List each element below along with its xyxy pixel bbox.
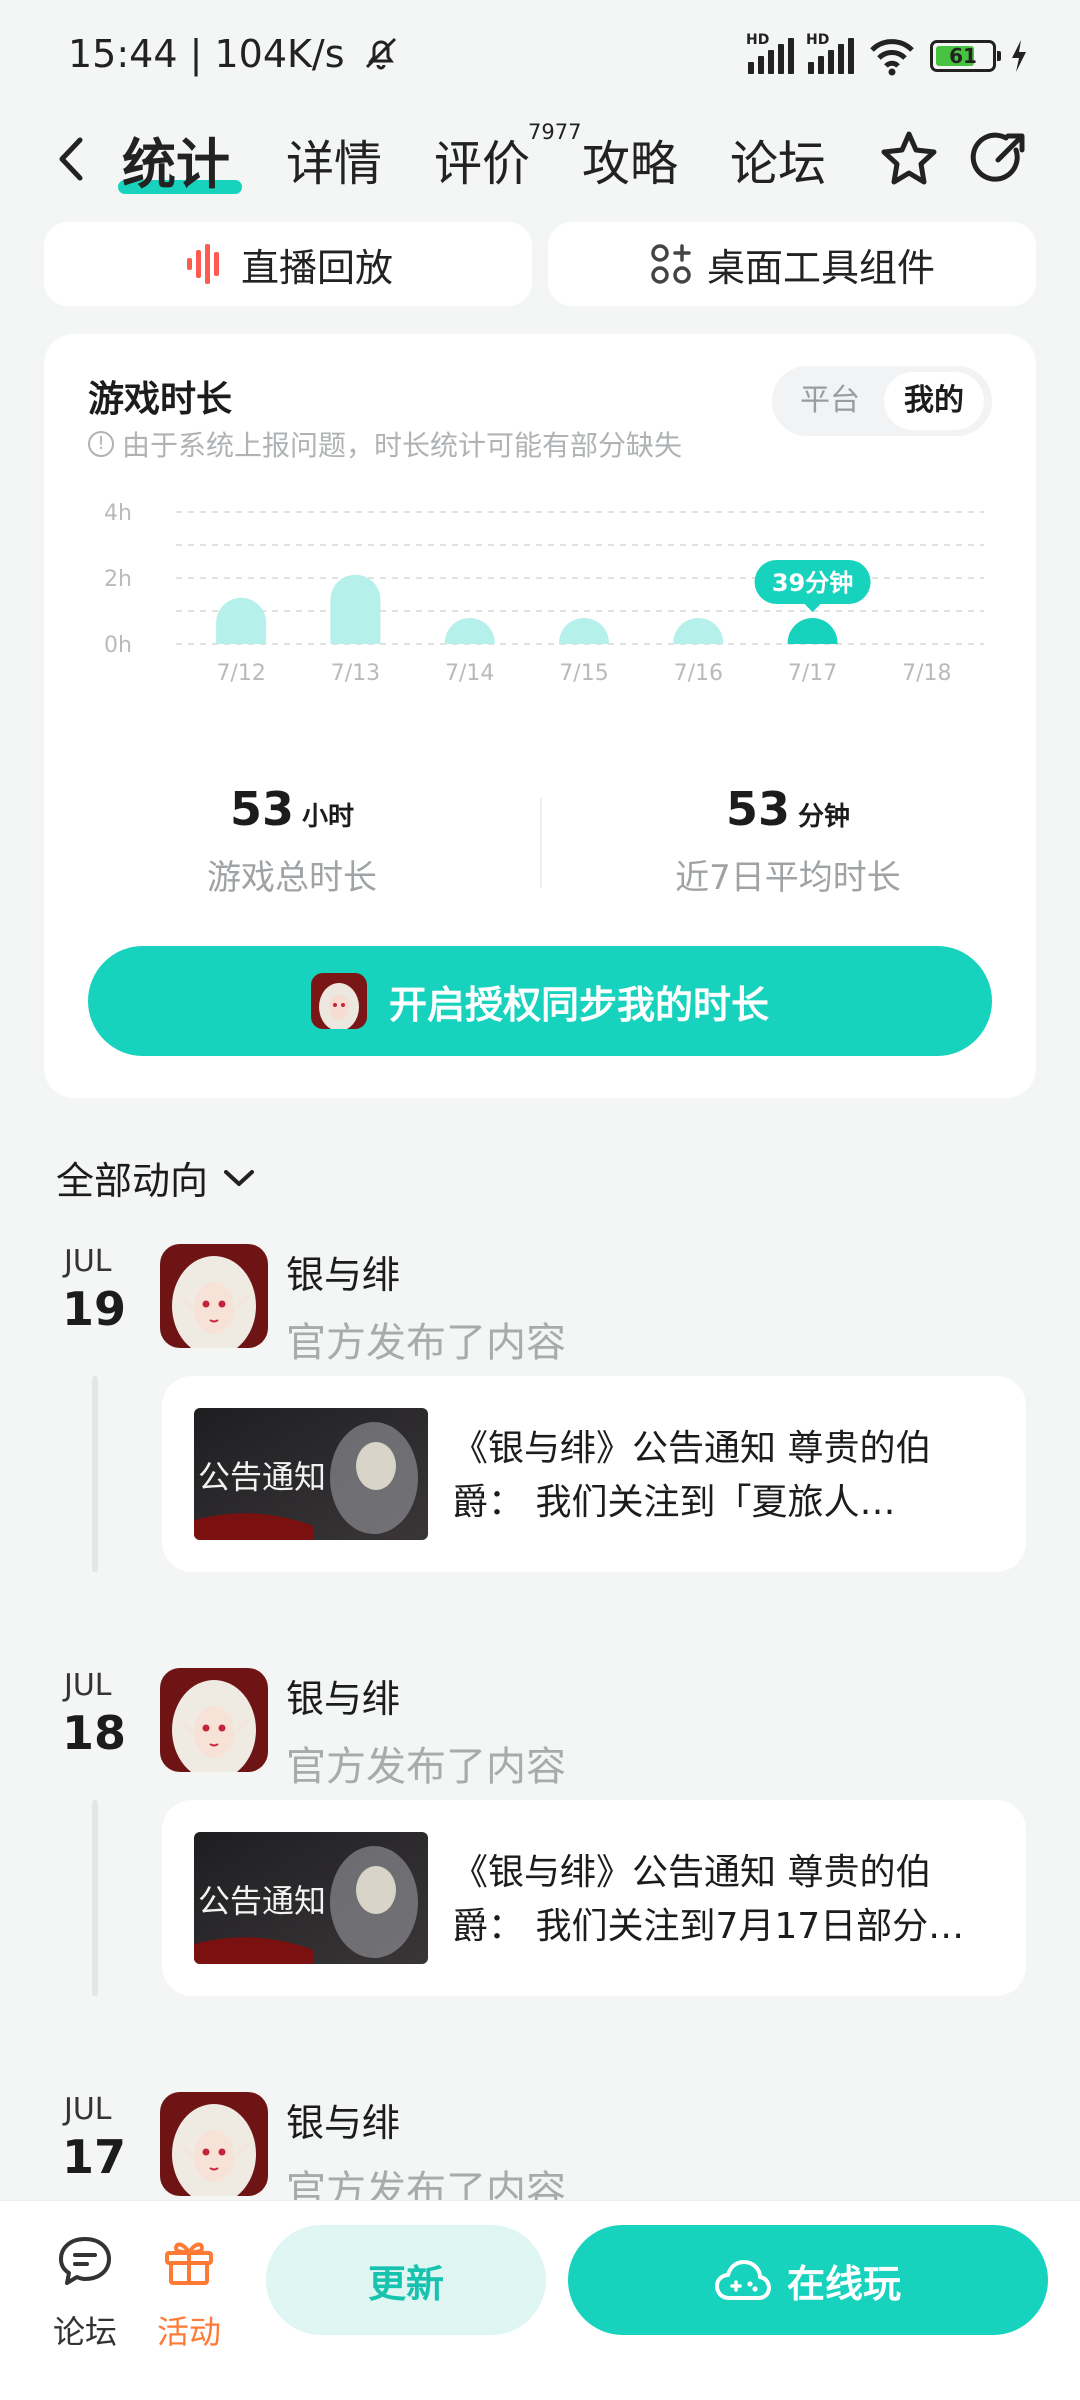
game-avatar[interactable] xyxy=(160,1244,268,1348)
avg-playtime: 53 分钟 近7日平均时长 xyxy=(540,782,1036,899)
chart-bar xyxy=(673,618,724,644)
timeline-line xyxy=(92,1376,98,1572)
timeline-line xyxy=(92,1800,98,1996)
feed-filter-label: 全部动向 xyxy=(56,1159,209,1203)
avg-playtime-value: 53 xyxy=(725,782,790,836)
total-playtime-label: 游戏总时长 xyxy=(207,858,377,898)
mute-bell-icon xyxy=(365,37,396,70)
source-toggle: 平台 我的 xyxy=(772,366,992,436)
star-icon[interactable] xyxy=(878,128,940,190)
chart-x-tick-label: 7/12 xyxy=(216,661,265,686)
feed-action: 官方发布了内容 xyxy=(286,1320,566,1366)
top-navigation: 统计 详情 评价 7977 攻略 论坛 xyxy=(0,110,1080,210)
post-thumbnail: 公告通知 xyxy=(194,1832,428,1964)
chart-y-tick-label: 2h xyxy=(104,567,132,592)
review-count-badge: 7977 xyxy=(528,120,582,144)
playtime-chart: 0h 2h 4h 7/12 7/13 7/14 7/15 7/16 39分钟 7/17 7/18 xyxy=(104,501,984,686)
chart-tooltip-pointer xyxy=(804,604,821,612)
post-text: 《银与绯》公告通知 尊贵的伯爵： 我们关注到「夏旅人… xyxy=(452,1428,932,1523)
game-name[interactable]: 银与绯 xyxy=(286,1244,400,1299)
status-time: 15:44 | 104K/s xyxy=(68,32,401,76)
audio-wave-icon xyxy=(186,244,219,284)
game-name[interactable]: 银与绯 xyxy=(286,2092,400,2147)
chart-bar xyxy=(330,574,381,644)
chevron-down-icon xyxy=(224,1169,255,1186)
share-icon[interactable] xyxy=(968,128,1030,190)
wifi-icon xyxy=(870,39,914,76)
signal-icon: HD xyxy=(806,32,854,74)
chart-x-tick-label: 7/14 xyxy=(445,661,494,686)
chart-tooltip-label: 39分钟 xyxy=(772,569,853,597)
cloud-gamepad-icon xyxy=(714,2260,771,2300)
post-card[interactable]: 公告通知 《银与绯》公告通知 尊贵的伯爵： 我们关注到7月17日部分… xyxy=(162,1800,1026,1996)
chart-bar xyxy=(559,618,609,644)
forum-button[interactable]: 论坛 xyxy=(40,2231,130,2353)
tab-reviews[interactable]: 评价 xyxy=(434,124,530,194)
feed-day: 17 xyxy=(62,2130,127,2184)
feed-filter-dropdown[interactable]: 全部动向 xyxy=(56,1150,256,1205)
chart-x-tick-label: 7/15 xyxy=(559,661,608,686)
signal-icon: HD xyxy=(746,32,794,74)
post-thumbnail: 公告通知 xyxy=(194,1408,428,1540)
sync-playtime-button[interactable]: 开启授权同步我的时长 xyxy=(88,946,992,1056)
game-name[interactable]: 银与绯 xyxy=(286,1668,400,1723)
toggle-mine[interactable]: 我的 xyxy=(884,372,984,430)
tab-forum[interactable]: 论坛 xyxy=(730,124,826,194)
feed-month: JUL xyxy=(64,1244,112,1279)
play-online-label: 在线玩 xyxy=(786,2261,901,2306)
bottom-action-bar: 论坛 活动 更新 在线玩 xyxy=(0,2200,1080,2400)
status-bar: 15:44 | 104K/s HD HD 61 xyxy=(0,0,1080,110)
gift-icon xyxy=(165,2242,213,2285)
back-arrow-icon[interactable] xyxy=(52,134,92,184)
game-avatar[interactable] xyxy=(160,1668,268,1772)
toggle-platform[interactable]: 平台 xyxy=(780,372,880,430)
playtime-card: 游戏时长 ! 由于系统上报问题，时长统计可能有部分缺失 平台 我的 0h 2h 4h… xyxy=(44,334,1036,1098)
chat-bubble-icon xyxy=(59,2237,111,2285)
chart-bar xyxy=(216,597,267,644)
tab-details[interactable]: 详情 xyxy=(286,124,382,194)
total-playtime: 53 小时 游戏总时长 xyxy=(44,782,540,899)
chart-x-tick-label: 7/13 xyxy=(331,661,380,686)
events-button[interactable]: 活动 xyxy=(144,2231,234,2353)
battery-icon: 61 xyxy=(930,40,1001,72)
chart-x-tick-label: 7/16 xyxy=(674,661,723,686)
events-label: 活动 xyxy=(156,2313,221,2351)
chart-x-tick-label: 7/18 xyxy=(902,661,951,686)
post-thumbnail-text: 公告通知 xyxy=(198,1458,326,1496)
avg-playtime-unit: 分钟 xyxy=(798,802,851,832)
tab-guides[interactable]: 攻略 xyxy=(582,124,678,194)
feed-day: 19 xyxy=(62,1282,127,1336)
update-button[interactable]: 更新 xyxy=(266,2225,546,2335)
sync-playtime-label: 开启授权同步我的时长 xyxy=(388,982,769,1027)
charging-icon xyxy=(1012,40,1026,72)
info-icon: ! xyxy=(88,431,114,457)
chart-y-tick-label: 0h xyxy=(104,633,132,658)
chart-bar xyxy=(444,618,495,644)
desktop-widget-button[interactable]: 桌面工具组件 xyxy=(548,222,1036,306)
live-replay-label: 直播回放 xyxy=(240,245,393,290)
game-avatar-icon xyxy=(310,973,367,1029)
widget-grid-icon xyxy=(651,244,691,284)
playtime-title: 游戏时长 xyxy=(88,379,233,420)
total-playtime-unit: 小时 xyxy=(302,802,355,832)
live-replay-button[interactable]: 直播回放 xyxy=(44,222,532,306)
feed-month: JUL xyxy=(64,2092,112,2127)
feed-month: JUL xyxy=(64,1668,112,1703)
total-playtime-value: 53 xyxy=(229,782,294,836)
game-avatar[interactable] xyxy=(160,2092,268,2196)
chart-bar xyxy=(787,618,838,644)
desktop-widget-label: 桌面工具组件 xyxy=(706,245,935,290)
forum-label: 论坛 xyxy=(52,2313,117,2351)
post-thumbnail-text: 公告通知 xyxy=(198,1882,326,1920)
feed-day: 18 xyxy=(62,1706,127,1760)
play-online-button[interactable]: 在线玩 xyxy=(568,2225,1048,2335)
feed-action: 官方发布了内容 xyxy=(286,1744,566,1790)
playtime-note: 由于系统上报问题，时长统计可能有部分缺失 xyxy=(122,429,683,462)
tab-stats[interactable]: 统计 xyxy=(122,120,230,199)
post-card[interactable]: 公告通知 《银与绯》公告通知 尊贵的伯爵： 我们关注到「夏旅人… xyxy=(162,1376,1026,1572)
chart-y-tick-label: 4h xyxy=(104,501,132,526)
avg-playtime-label: 近7日平均时长 xyxy=(675,858,901,898)
chart-x-tick-label: 7/17 xyxy=(788,661,837,686)
post-text: 《银与绯》公告通知 尊贵的伯爵： 我们关注到7月17日部分… xyxy=(452,1852,965,1947)
